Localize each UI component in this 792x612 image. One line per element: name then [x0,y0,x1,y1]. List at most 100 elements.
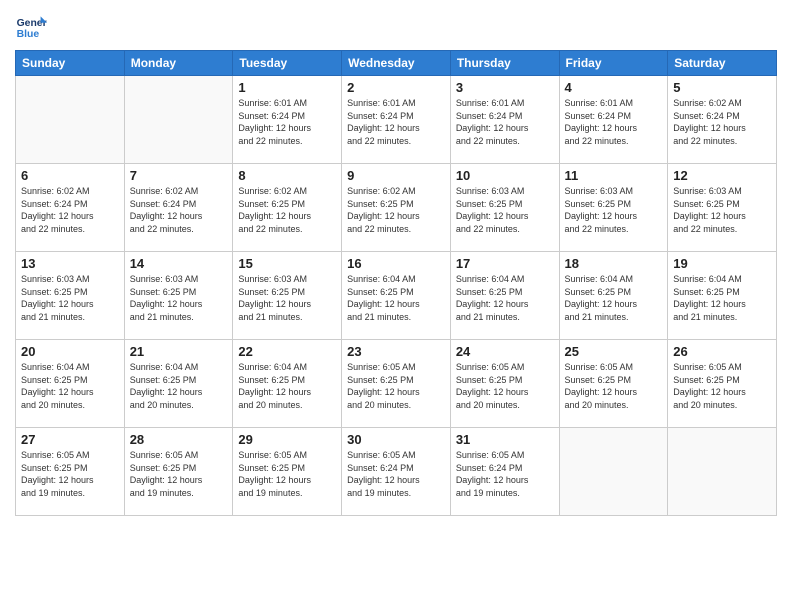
day-number: 24 [456,344,554,359]
calendar-cell: 27 Sunrise: 6:05 AM Sunset: 6:25 PM Dayli… [16,428,125,516]
calendar-cell: 12 Sunrise: 6:03 AM Sunset: 6:25 PM Dayli… [668,164,777,252]
day-number: 3 [456,80,554,95]
day-number: 14 [130,256,228,271]
calendar-cell: 11 Sunrise: 6:03 AM Sunset: 6:25 PM Dayli… [559,164,668,252]
week-row-5: 27 Sunrise: 6:05 AM Sunset: 6:25 PM Dayli… [16,428,777,516]
day-info: Sunrise: 6:03 AM Sunset: 6:25 PM Dayligh… [21,273,119,323]
day-info: Sunrise: 6:01 AM Sunset: 6:24 PM Dayligh… [565,97,663,147]
calendar-cell [559,428,668,516]
day-number: 29 [238,432,336,447]
calendar-cell: 19 Sunrise: 6:04 AM Sunset: 6:25 PM Dayli… [668,252,777,340]
calendar-cell: 28 Sunrise: 6:05 AM Sunset: 6:25 PM Dayli… [124,428,233,516]
day-number: 12 [673,168,771,183]
calendar-cell: 29 Sunrise: 6:05 AM Sunset: 6:25 PM Dayli… [233,428,342,516]
day-info: Sunrise: 6:02 AM Sunset: 6:24 PM Dayligh… [21,185,119,235]
day-info: Sunrise: 6:02 AM Sunset: 6:24 PM Dayligh… [673,97,771,147]
calendar-cell: 18Sunrise: 6:04 AM Sunset: 6:25 PM Dayli… [559,252,668,340]
day-number: 6 [21,168,119,183]
day-info: Sunrise: 6:04 AM Sunset: 6:25 PM Dayligh… [130,361,228,411]
calendar-cell: 30 Sunrise: 6:05 AM Sunset: 6:24 PM Dayli… [342,428,451,516]
calendar-cell: 7 Sunrise: 6:02 AM Sunset: 6:24 PM Daylig… [124,164,233,252]
calendar-cell: 9Sunrise: 6:02 AM Sunset: 6:25 PM Daylig… [342,164,451,252]
calendar-cell: 16 Sunrise: 6:04 AM Sunset: 6:25 PM Dayli… [342,252,451,340]
day-info: Sunrise: 6:04 AM Sunset: 6:25 PM Dayligh… [347,273,445,323]
day-info: Sunrise: 6:05 AM Sunset: 6:25 PM Dayligh… [238,449,336,499]
weekday-header-friday: Friday [559,51,668,76]
day-info: Sunrise: 6:05 AM Sunset: 6:24 PM Dayligh… [456,449,554,499]
day-number: 19 [673,256,771,271]
weekday-header-row: SundayMondayTuesdayWednesdayThursdayFrid… [16,51,777,76]
calendar-cell: 25Sunrise: 6:05 AM Sunset: 6:25 PM Dayli… [559,340,668,428]
calendar-cell: 20 Sunrise: 6:04 AM Sunset: 6:25 PM Dayli… [16,340,125,428]
week-row-2: 6 Sunrise: 6:02 AM Sunset: 6:24 PM Daylig… [16,164,777,252]
calendar-cell: 21 Sunrise: 6:04 AM Sunset: 6:25 PM Dayli… [124,340,233,428]
week-row-4: 20 Sunrise: 6:04 AM Sunset: 6:25 PM Dayli… [16,340,777,428]
calendar-table: SundayMondayTuesdayWednesdayThursdayFrid… [15,50,777,516]
day-info: Sunrise: 6:04 AM Sunset: 6:25 PM Dayligh… [673,273,771,323]
day-info: Sunrise: 6:03 AM Sunset: 6:25 PM Dayligh… [565,185,663,235]
day-info: Sunrise: 6:05 AM Sunset: 6:25 PM Dayligh… [21,449,119,499]
svg-text:Blue: Blue [17,29,40,40]
day-number: 22 [238,344,336,359]
day-info: Sunrise: 6:04 AM Sunset: 6:25 PM Dayligh… [21,361,119,411]
day-info: Sunrise: 6:05 AM Sunset: 6:25 PM Dayligh… [673,361,771,411]
day-number: 23 [347,344,445,359]
calendar-page: General Blue SundayMondayTuesdayWednesda… [0,0,792,612]
day-info: Sunrise: 6:04 AM Sunset: 6:25 PM Dayligh… [565,273,663,323]
weekday-header-tuesday: Tuesday [233,51,342,76]
day-number: 10 [456,168,554,183]
day-info: Sunrise: 6:04 AM Sunset: 6:25 PM Dayligh… [456,273,554,323]
day-info: Sunrise: 6:03 AM Sunset: 6:25 PM Dayligh… [238,273,336,323]
calendar-cell: 22 Sunrise: 6:04 AM Sunset: 6:25 PM Dayli… [233,340,342,428]
day-number: 7 [130,168,228,183]
calendar-cell: 13Sunrise: 6:03 AM Sunset: 6:25 PM Dayli… [16,252,125,340]
weekday-header-saturday: Saturday [668,51,777,76]
calendar-cell: 5 Sunrise: 6:02 AM Sunset: 6:24 PM Daylig… [668,76,777,164]
calendar-cell: 31 Sunrise: 6:05 AM Sunset: 6:24 PM Dayli… [450,428,559,516]
calendar-cell: 2 Sunrise: 6:01 AM Sunset: 6:24 PM Daylig… [342,76,451,164]
day-info: Sunrise: 6:04 AM Sunset: 6:25 PM Dayligh… [238,361,336,411]
calendar-cell: 24Sunrise: 6:05 AM Sunset: 6:25 PM Dayli… [450,340,559,428]
day-number: 4 [565,80,663,95]
calendar-cell [668,428,777,516]
day-number: 26 [673,344,771,359]
calendar-cell: 17 Sunrise: 6:04 AM Sunset: 6:25 PM Dayli… [450,252,559,340]
day-number: 2 [347,80,445,95]
day-number: 8 [238,168,336,183]
day-number: 16 [347,256,445,271]
day-info: Sunrise: 6:05 AM Sunset: 6:24 PM Dayligh… [347,449,445,499]
day-info: Sunrise: 6:02 AM Sunset: 6:25 PM Dayligh… [347,185,445,235]
day-number: 30 [347,432,445,447]
day-info: Sunrise: 6:05 AM Sunset: 6:25 PM Dayligh… [347,361,445,411]
day-number: 28 [130,432,228,447]
day-number: 20 [21,344,119,359]
day-number: 17 [456,256,554,271]
calendar-cell: 15Sunrise: 6:03 AM Sunset: 6:25 PM Dayli… [233,252,342,340]
weekday-header-thursday: Thursday [450,51,559,76]
calendar-cell: 6 Sunrise: 6:02 AM Sunset: 6:24 PM Daylig… [16,164,125,252]
day-number: 5 [673,80,771,95]
calendar-cell: 3 Sunrise: 6:01 AM Sunset: 6:24 PM Daylig… [450,76,559,164]
day-number: 27 [21,432,119,447]
day-number: 1 [238,80,336,95]
day-info: Sunrise: 6:02 AM Sunset: 6:24 PM Dayligh… [130,185,228,235]
logo: General Blue [15,10,47,42]
day-number: 31 [456,432,554,447]
calendar-cell: 10 Sunrise: 6:03 AM Sunset: 6:25 PM Dayli… [450,164,559,252]
calendar-cell: 8 Sunrise: 6:02 AM Sunset: 6:25 PM Daylig… [233,164,342,252]
weekday-header-monday: Monday [124,51,233,76]
day-info: Sunrise: 6:01 AM Sunset: 6:24 PM Dayligh… [456,97,554,147]
day-number: 11 [565,168,663,183]
day-info: Sunrise: 6:03 AM Sunset: 6:25 PM Dayligh… [456,185,554,235]
day-info: Sunrise: 6:03 AM Sunset: 6:25 PM Dayligh… [673,185,771,235]
day-info: Sunrise: 6:05 AM Sunset: 6:25 PM Dayligh… [130,449,228,499]
day-info: Sunrise: 6:03 AM Sunset: 6:25 PM Dayligh… [130,273,228,323]
day-number: 21 [130,344,228,359]
day-info: Sunrise: 6:02 AM Sunset: 6:25 PM Dayligh… [238,185,336,235]
day-info: Sunrise: 6:01 AM Sunset: 6:24 PM Dayligh… [347,97,445,147]
day-info: Sunrise: 6:01 AM Sunset: 6:24 PM Dayligh… [238,97,336,147]
weekday-header-sunday: Sunday [16,51,125,76]
calendar-cell [16,76,125,164]
day-info: Sunrise: 6:05 AM Sunset: 6:25 PM Dayligh… [565,361,663,411]
weekday-header-wednesday: Wednesday [342,51,451,76]
